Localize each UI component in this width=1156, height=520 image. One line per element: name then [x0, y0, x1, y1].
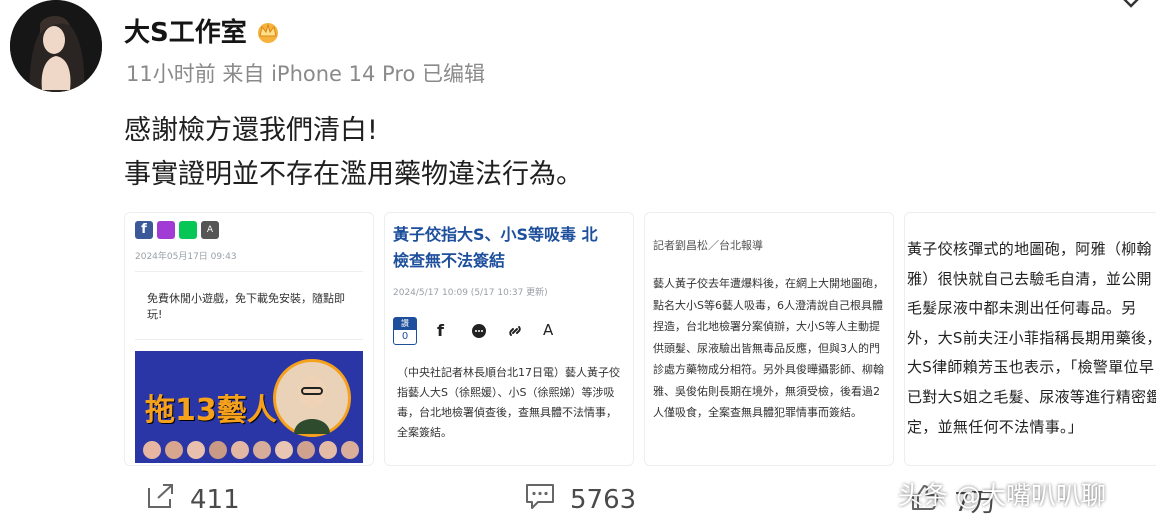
post-text-line-1: 感謝檢方還我們清白!	[124, 115, 378, 146]
thumb2-facebook-icon: f	[437, 321, 444, 340]
thumbnail-3[interactable]: 記者劉昌松／台北報導 藝人黃子佼去年遭爆料後，在網上大開地圖砲，點名大小S等6藝…	[644, 212, 894, 466]
author-avatar[interactable]	[10, 0, 102, 92]
messenger-icon	[157, 221, 175, 239]
crown-badge-icon	[253, 18, 283, 44]
share-button[interactable]: 411	[146, 482, 240, 517]
thumb4-body: 黃子佼核彈式的地圖砲，阿雅（柳翰雅）很快就自己去驗毛自清，並公開毛髮尿液中都未測…	[907, 240, 1156, 436]
thumb1-date: 2024年05月17日 09:43	[135, 252, 237, 262]
post-text-line-2: 事實證明並不存在濫用藥物違法行為。	[124, 159, 583, 190]
thumbnail-1[interactable]: f A 2024年05月17日 09:43 免費休閒小遊戲，免下載免安裝，隨點即…	[124, 212, 374, 466]
facebook-icon: f	[135, 221, 153, 239]
share-icons-row: f A	[135, 221, 219, 239]
thumb2-timestamp: 2024/5/17 10:09 (5/17 10:37 更新)	[393, 288, 548, 298]
thumb2-like-box: 讚 0	[393, 317, 417, 345]
thumb3-body: 藝人黃子佼去年遭爆料後，在網上大開地圖砲，點名大小S等6藝人吸毒，6人澄清說自己…	[653, 277, 884, 419]
thumb2-like-label: 讚	[394, 318, 416, 330]
share-icon	[146, 482, 176, 517]
author-name-row[interactable]: 大S工作室	[124, 12, 283, 49]
thumb2-comment-icon	[471, 323, 487, 343]
font-size-icon: A	[201, 221, 219, 239]
thumb1-ad-text: 免費休閒小遊戲，免下載免安裝，隨點即玩!	[147, 292, 345, 321]
thumb2-link-icon	[507, 323, 523, 343]
thumb1-portrait	[273, 359, 351, 437]
comment-count: 5763	[570, 484, 637, 515]
post-meta: 11小时前 来自 iPhone 14 Pro 已编辑	[126, 62, 486, 86]
thumbnail-4[interactable]: 黃子佼核彈式的地圖砲，阿雅（柳翰雅）很快就自己去驗毛自清，並公開毛髮尿液中都未測…	[904, 212, 1156, 466]
thumb2-font-size-icon: A	[543, 321, 554, 339]
image-thumbnails: f A 2024年05月17日 09:43 免費休閒小遊戲，免下載免安裝，隨點即…	[124, 212, 1156, 466]
line-icon	[179, 221, 197, 239]
thumb1-overlay-text: 拖13藝人	[145, 393, 277, 428]
thumb1-face-row	[143, 441, 359, 459]
comment-icon	[524, 482, 556, 517]
more-chevron-icon[interactable]	[1120, 0, 1142, 12]
thumb2-headline-1: 黃子佼指大S、小S等吸毒 北	[393, 225, 598, 244]
thumbnail-2[interactable]: 黃子佼指大S、小S等吸毒 北 檢查無不法簽結 2024/5/17 10:09 (…	[384, 212, 634, 466]
author-name[interactable]: 大S工作室	[124, 12, 247, 49]
share-count: 411	[190, 484, 240, 515]
thumb1-video-frame: 拖13藝人	[135, 351, 363, 463]
thumb2-body: （中央社記者林長順台北17日電）藝人黃子佼指藝人大S（徐熙媛）、小S（徐熙娣）等…	[397, 366, 620, 439]
comment-button[interactable]: 5763	[524, 482, 636, 517]
watermark: 头条 @大嘴叭叭聊	[898, 481, 1106, 510]
thumb2-headline-2: 檢查無不法簽結	[393, 251, 506, 270]
thumb2-like-count: 0	[401, 331, 409, 342]
thumb3-reporter: 記者劉昌松／台北報導	[653, 239, 763, 252]
